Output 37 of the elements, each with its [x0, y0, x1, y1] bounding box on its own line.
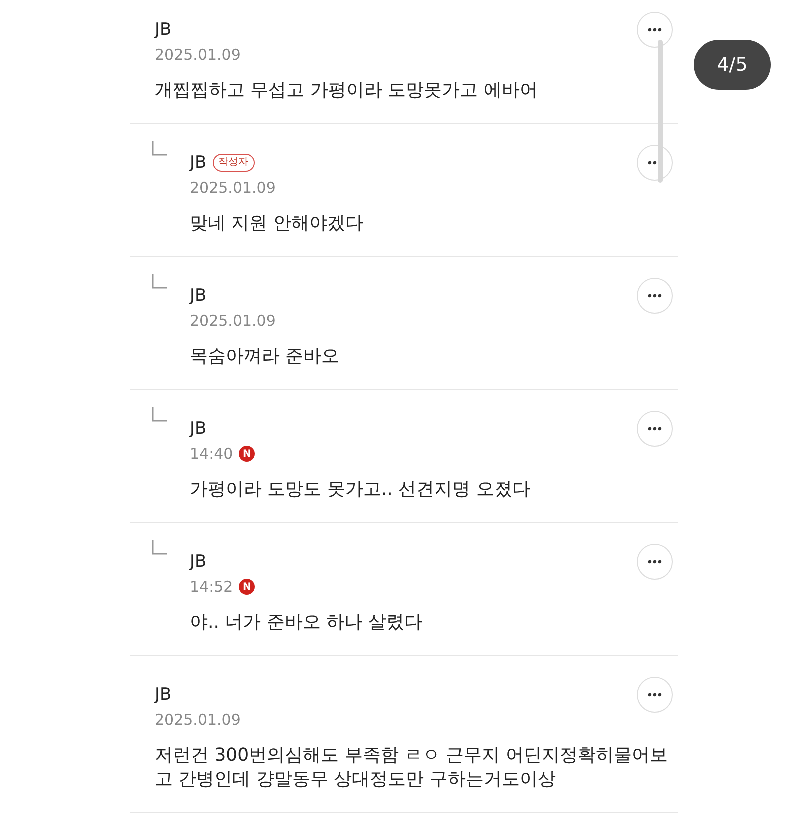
- more-icon: [648, 560, 662, 564]
- scrollbar[interactable]: [658, 40, 663, 183]
- comment-date: 14:40: [190, 445, 234, 463]
- author-name: JB: [190, 419, 207, 439]
- reply-corner-icon: [152, 407, 168, 423]
- comment-date: 2025.01.09: [190, 312, 276, 330]
- author-name: JB: [155, 20, 172, 40]
- comment-text: 개찝찝하고 무섭고 가평이라 도망못가고 에바어: [155, 79, 539, 103]
- more-icon: [648, 693, 662, 697]
- comment-text: 맞네 지원 안해야겠다: [190, 212, 364, 236]
- more-button[interactable]: [637, 12, 673, 48]
- comment-text: 저런건 300번의심해도 부족함 ㄹㅇ 근무지 어딘지정확히물어보고 간병인데 걍말동무 상대정도만 구하는거도이상: [155, 744, 669, 792]
- more-button[interactable]: [637, 411, 673, 447]
- comment-text: 목숨아껴라 준바오: [190, 345, 341, 369]
- author-badge: 작성자: [212, 154, 255, 172]
- page-counter: 4/5: [694, 40, 771, 90]
- comment-text: 가평이라 도망도 못가고.. 선견지명 오졌다: [190, 478, 532, 502]
- reply-corner-icon: [152, 141, 168, 157]
- more-icon: [648, 427, 662, 431]
- author-name: JB: [190, 286, 207, 306]
- comment-date: 2025.01.09: [155, 46, 241, 64]
- comment-date: 2025.01.09: [155, 711, 241, 729]
- more-icon: [648, 294, 662, 298]
- reply-corner-icon: [152, 274, 168, 290]
- author-name: JB: [190, 153, 207, 173]
- more-button[interactable]: [637, 677, 673, 713]
- comment-text: 야.. 너가 준바오 하나 살렸다: [190, 611, 424, 635]
- author-name: JB: [155, 685, 172, 705]
- reply-corner-icon: [152, 540, 168, 556]
- new-badge: N: [239, 446, 256, 462]
- comment-date: 14:52: [190, 578, 234, 596]
- comment-date: 2025.01.09: [190, 179, 276, 197]
- author-name: JB: [190, 552, 207, 572]
- more-button[interactable]: [637, 544, 673, 580]
- new-badge: N: [239, 579, 256, 595]
- more-button[interactable]: [637, 278, 673, 314]
- more-icon: [648, 28, 662, 32]
